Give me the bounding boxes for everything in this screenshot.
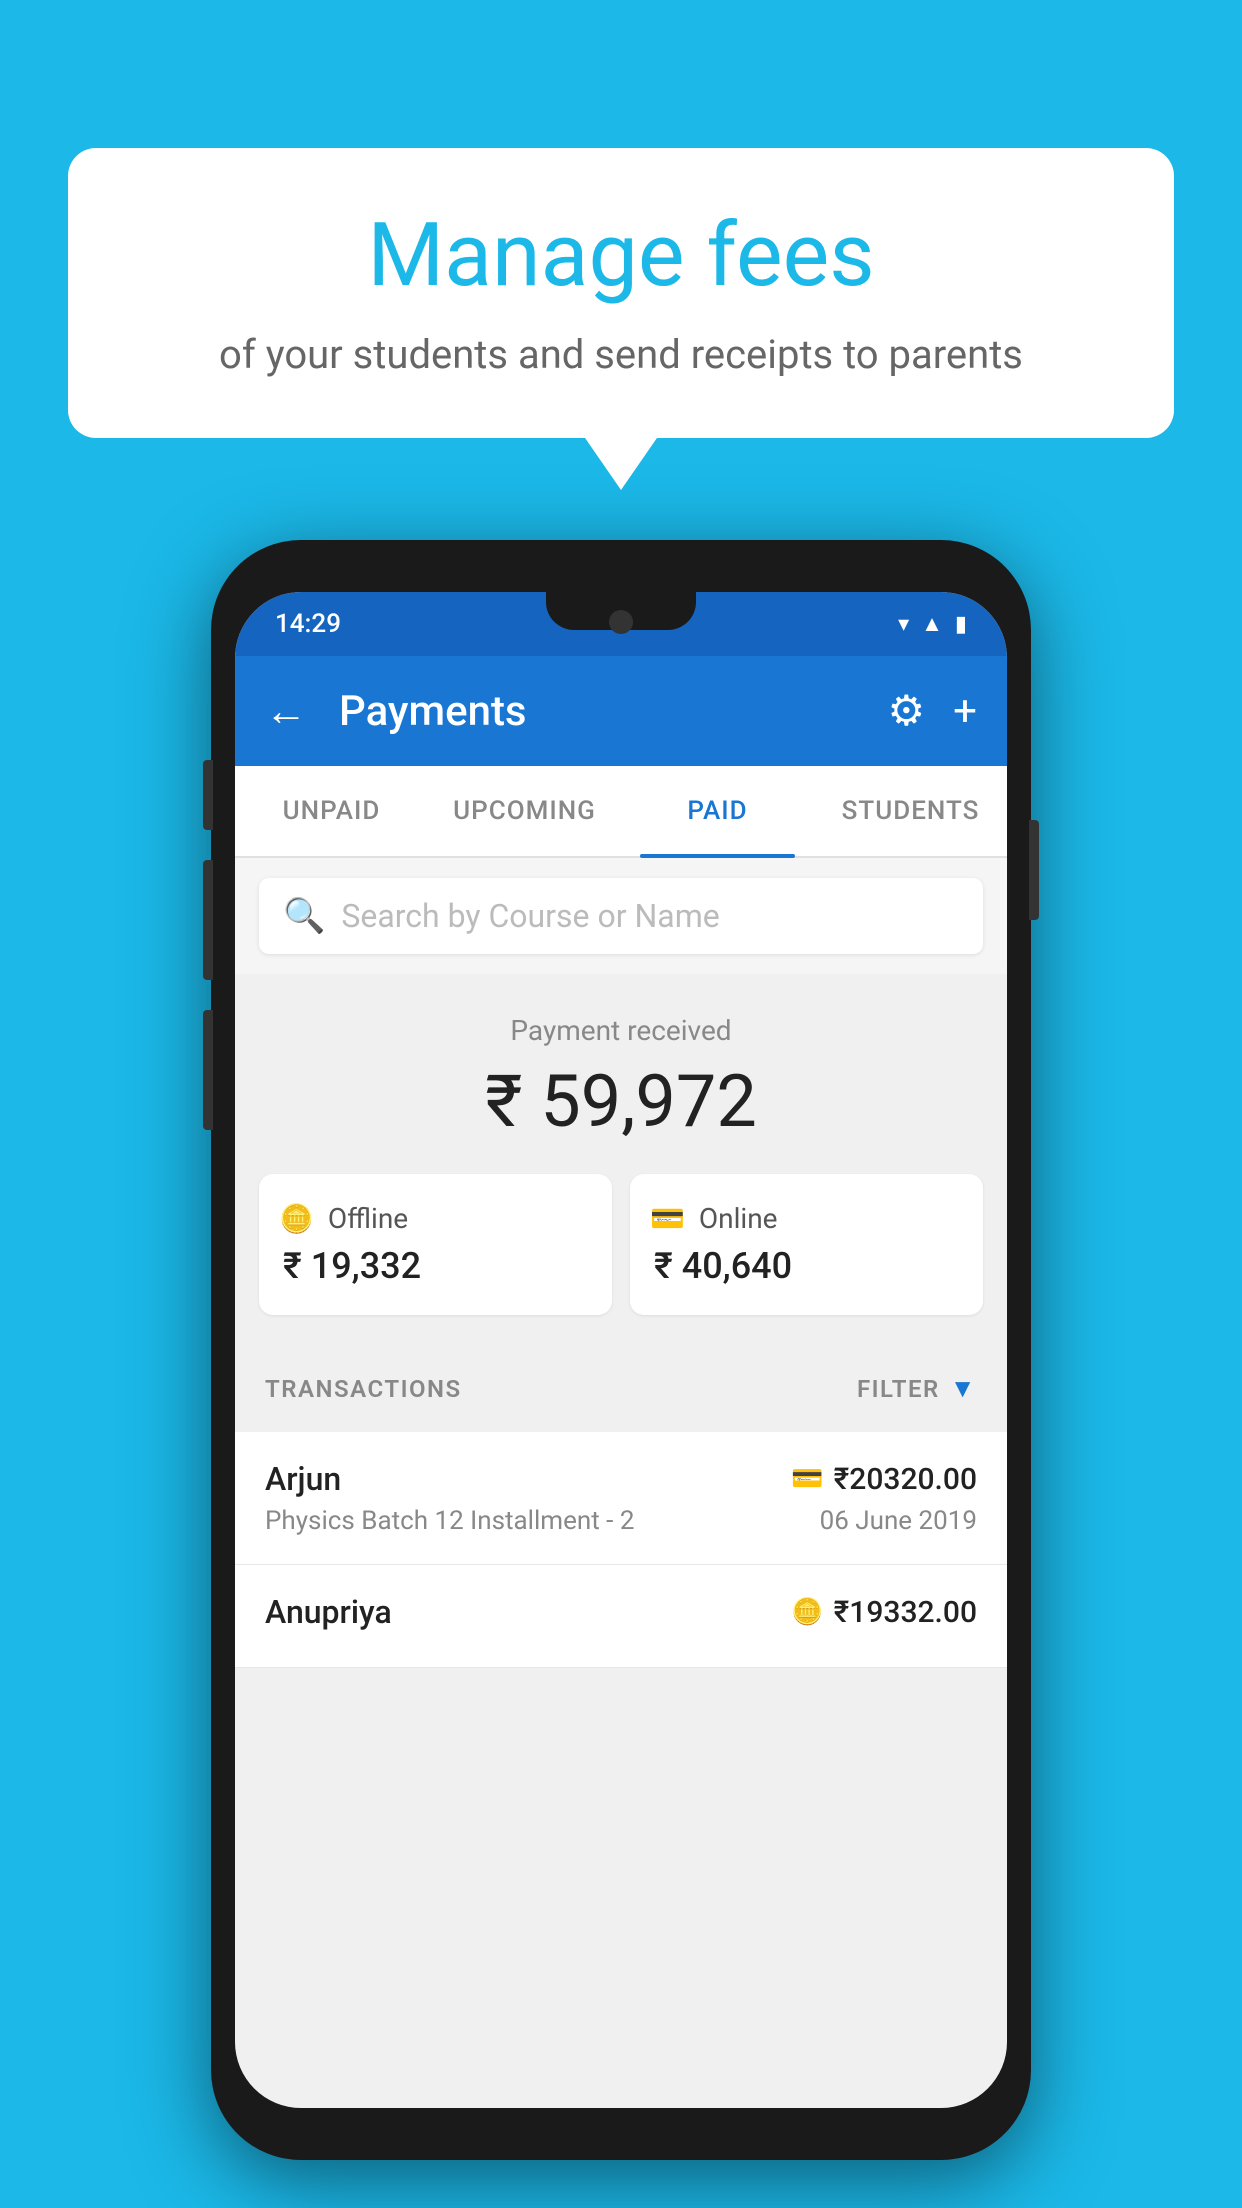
power-button: [1029, 820, 1039, 920]
payment-cards: 🪙 Offline ₹ 19,332 💳 Online ₹ 40,640: [259, 1174, 983, 1315]
transaction-amount-wrap: 🪙 ₹19332.00: [791, 1595, 977, 1630]
back-button[interactable]: ←: [265, 687, 307, 736]
transaction-name: Arjun: [265, 1460, 341, 1498]
add-button[interactable]: +: [953, 687, 977, 736]
phone-device: 14:29 ▾ ▲ ▮ ← Payments ⚙ + UNPAID UPCOMI…: [211, 540, 1031, 2160]
payment-total-amount: ₹ 59,972: [259, 1059, 983, 1144]
transaction-row-bottom: Physics Batch 12 Installment - 2 06 June…: [265, 1506, 977, 1536]
online-payment-card: 💳 Online ₹ 40,640: [630, 1174, 983, 1315]
tab-paid[interactable]: PAID: [621, 766, 814, 856]
transactions-header: TRANSACTIONS FILTER ▼: [235, 1345, 1007, 1432]
app-bar: ← Payments ⚙ +: [235, 656, 1007, 766]
status-icons: ▾ ▲ ▮: [898, 611, 967, 637]
transactions-label: TRANSACTIONS: [265, 1375, 462, 1403]
transaction-row[interactable]: Anupriya 🪙 ₹19332.00: [235, 1565, 1007, 1668]
filter-button[interactable]: FILTER ▼: [857, 1373, 977, 1404]
payment-summary: Payment received ₹ 59,972 🪙 Offline ₹ 19…: [235, 974, 1007, 1345]
phone-screen: 14:29 ▾ ▲ ▮ ← Payments ⚙ + UNPAID UPCOMI…: [235, 592, 1007, 2108]
transaction-type-icon: 💳: [791, 1464, 823, 1494]
search-container: 🔍 Search by Course or Name: [235, 858, 1007, 974]
offline-amount: ₹ 19,332: [283, 1245, 592, 1287]
online-label: Online: [699, 1202, 778, 1235]
page-title: Payments: [339, 687, 864, 736]
silent-button: [203, 1010, 213, 1130]
camera: [609, 610, 633, 634]
search-bar[interactable]: 🔍 Search by Course or Name: [259, 878, 983, 954]
transaction-amount: ₹19332.00: [834, 1595, 977, 1630]
transaction-course: Physics Batch 12 Installment - 2: [265, 1506, 634, 1536]
filter-icon: ▼: [950, 1373, 977, 1404]
speech-bubble-title: Manage fees: [118, 208, 1124, 305]
transaction-amount: ₹20320.00: [834, 1462, 977, 1497]
transaction-row-top: Arjun 💳 ₹20320.00: [265, 1460, 977, 1498]
transaction-name: Anupriya: [265, 1593, 392, 1631]
transaction-date: 06 June 2019: [820, 1506, 977, 1536]
transaction-row-top: Anupriya 🪙 ₹19332.00: [265, 1593, 977, 1631]
wifi-icon: ▾: [898, 612, 909, 637]
offline-payment-card: 🪙 Offline ₹ 19,332: [259, 1174, 612, 1315]
online-card-header: 💳 Online: [650, 1202, 963, 1235]
payment-received-label: Payment received: [259, 1014, 983, 1047]
speech-bubble: Manage fees of your students and send re…: [68, 148, 1174, 438]
tab-unpaid[interactable]: UNPAID: [235, 766, 428, 856]
volume-down-button: [203, 860, 213, 980]
transaction-type-icon: 🪙: [791, 1597, 823, 1627]
settings-icon[interactable]: ⚙: [888, 686, 926, 736]
search-input[interactable]: Search by Course or Name: [341, 897, 719, 935]
search-icon: 🔍: [283, 896, 325, 936]
volume-up-button: [203, 760, 213, 830]
status-time: 14:29: [275, 609, 341, 639]
battery-icon: ▮: [955, 612, 967, 637]
tab-students[interactable]: STUDENTS: [814, 766, 1007, 856]
app-bar-actions: ⚙ +: [888, 686, 978, 736]
transaction-amount-wrap: 💳 ₹20320.00: [791, 1462, 977, 1497]
offline-icon: 🪙: [279, 1202, 314, 1235]
online-amount: ₹ 40,640: [654, 1245, 963, 1287]
filter-label: FILTER: [857, 1375, 940, 1403]
online-icon: 💳: [650, 1202, 685, 1235]
tab-bar: UNPAID UPCOMING PAID STUDENTS: [235, 766, 1007, 858]
tab-upcoming[interactable]: UPCOMING: [428, 766, 621, 856]
notch: [546, 592, 696, 630]
transaction-row[interactable]: Arjun 💳 ₹20320.00 Physics Batch 12 Insta…: [235, 1432, 1007, 1565]
offline-card-header: 🪙 Offline: [279, 1202, 592, 1235]
speech-bubble-subtitle: of your students and send receipts to pa…: [118, 327, 1124, 383]
signal-icon: ▲: [921, 611, 943, 637]
offline-label: Offline: [328, 1202, 408, 1235]
